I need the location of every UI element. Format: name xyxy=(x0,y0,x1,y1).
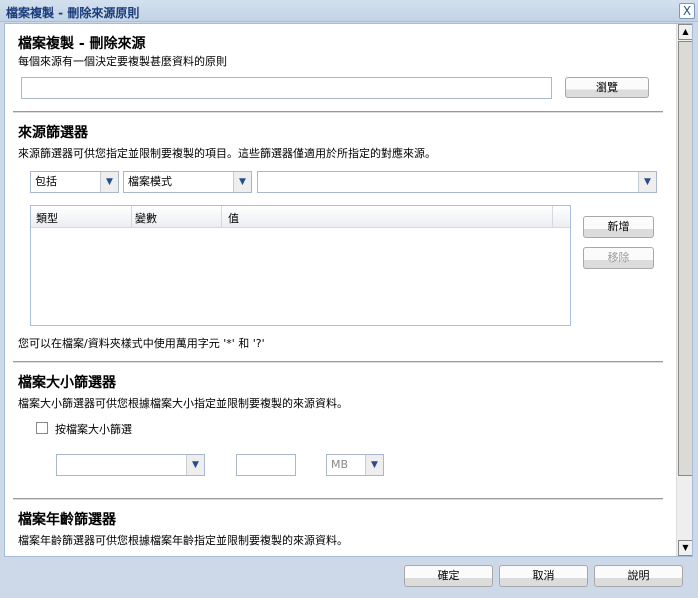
include-select[interactable]: 包括 ▼ xyxy=(30,171,119,193)
size-filter-desc: 檔案大小篩選器可供您根據檔案大小指定並限制要複製的來源資料。 xyxy=(18,397,348,410)
ok-button[interactable]: 確定 xyxy=(404,565,493,587)
age-filter-title: 檔案年齡篩選器 xyxy=(18,512,116,528)
add-button[interactable]: 新增 xyxy=(583,216,654,238)
source-path-input[interactable] xyxy=(21,77,552,99)
size-filter-checkbox[interactable] xyxy=(36,422,48,434)
chevron-down-icon: ▼ xyxy=(100,172,118,192)
wildcard-note: 您可以在檔案/資料夾樣式中使用萬用字元 '*' 和 '?' xyxy=(18,337,265,350)
close-button[interactable]: X xyxy=(679,3,695,19)
browse-button[interactable]: 瀏覽 xyxy=(565,77,649,98)
age-filter-desc: 檔案年齡篩選器可供您根據檔案年齡指定並限制要複製的來源資料。 xyxy=(18,534,348,547)
size-filter-title: 檔案大小篩選器 xyxy=(18,375,116,391)
mode-select[interactable]: 檔案模式 ▼ xyxy=(123,171,252,193)
scroll-down-icon[interactable]: ▼ xyxy=(678,540,692,556)
title-bar: 檔案複製 - 刪除來源原則 X xyxy=(0,0,698,22)
cancel-button[interactable]: 取消 xyxy=(499,565,588,587)
chevron-down-icon: ▼ xyxy=(186,455,204,475)
include-value: 包括 xyxy=(35,175,57,188)
size-unit-select[interactable]: MB ▼ xyxy=(326,454,384,476)
remove-button[interactable]: 移除 xyxy=(583,247,654,269)
chevron-down-icon: ▼ xyxy=(638,172,656,192)
help-button[interactable]: 說明 xyxy=(594,565,683,587)
chevron-down-icon: ▼ xyxy=(365,455,383,475)
page-title: 檔案複製 - 刪除來源 xyxy=(18,36,146,52)
source-filter-desc: 來源篩選器可供您指定並限制要複製的項目。這些篩選器僅適用於所指定的對應來源。 xyxy=(18,147,436,160)
source-filter-title: 來源篩選器 xyxy=(18,125,88,141)
column-header-type[interactable]: 類型 xyxy=(31,206,132,227)
vertical-scrollbar[interactable]: ▲ ▼ xyxy=(676,24,692,556)
column-header-value[interactable]: 值 xyxy=(222,206,553,227)
column-header-variable[interactable]: 變數 xyxy=(132,206,222,227)
pattern-combobox[interactable]: ▼ xyxy=(257,171,657,193)
content-panel: 檔案複製 - 刪除來源 每個來源有一個決定要複製甚麼資料的原則 瀏覽 來源篩選器… xyxy=(4,23,693,557)
size-operator-select[interactable]: ▼ xyxy=(56,454,205,476)
size-unit-value: MB xyxy=(331,458,349,471)
window-title: 檔案複製 - 刪除來源原則 xyxy=(6,6,140,20)
divider xyxy=(13,361,663,363)
size-filter-checkbox-label[interactable]: 按檔案大小篩選 xyxy=(55,421,132,437)
chevron-down-icon: ▼ xyxy=(233,172,251,192)
filter-table: 類型 變數 值 xyxy=(30,205,571,326)
divider xyxy=(13,498,663,500)
section1-desc: 每個來源有一個決定要複製甚麼資料的原則 xyxy=(18,55,227,68)
size-value-input[interactable] xyxy=(236,454,296,476)
divider xyxy=(13,111,663,113)
scroll-up-icon[interactable]: ▲ xyxy=(678,24,692,40)
mode-value: 檔案模式 xyxy=(128,175,172,188)
scrollbar-thumb[interactable] xyxy=(678,41,692,476)
